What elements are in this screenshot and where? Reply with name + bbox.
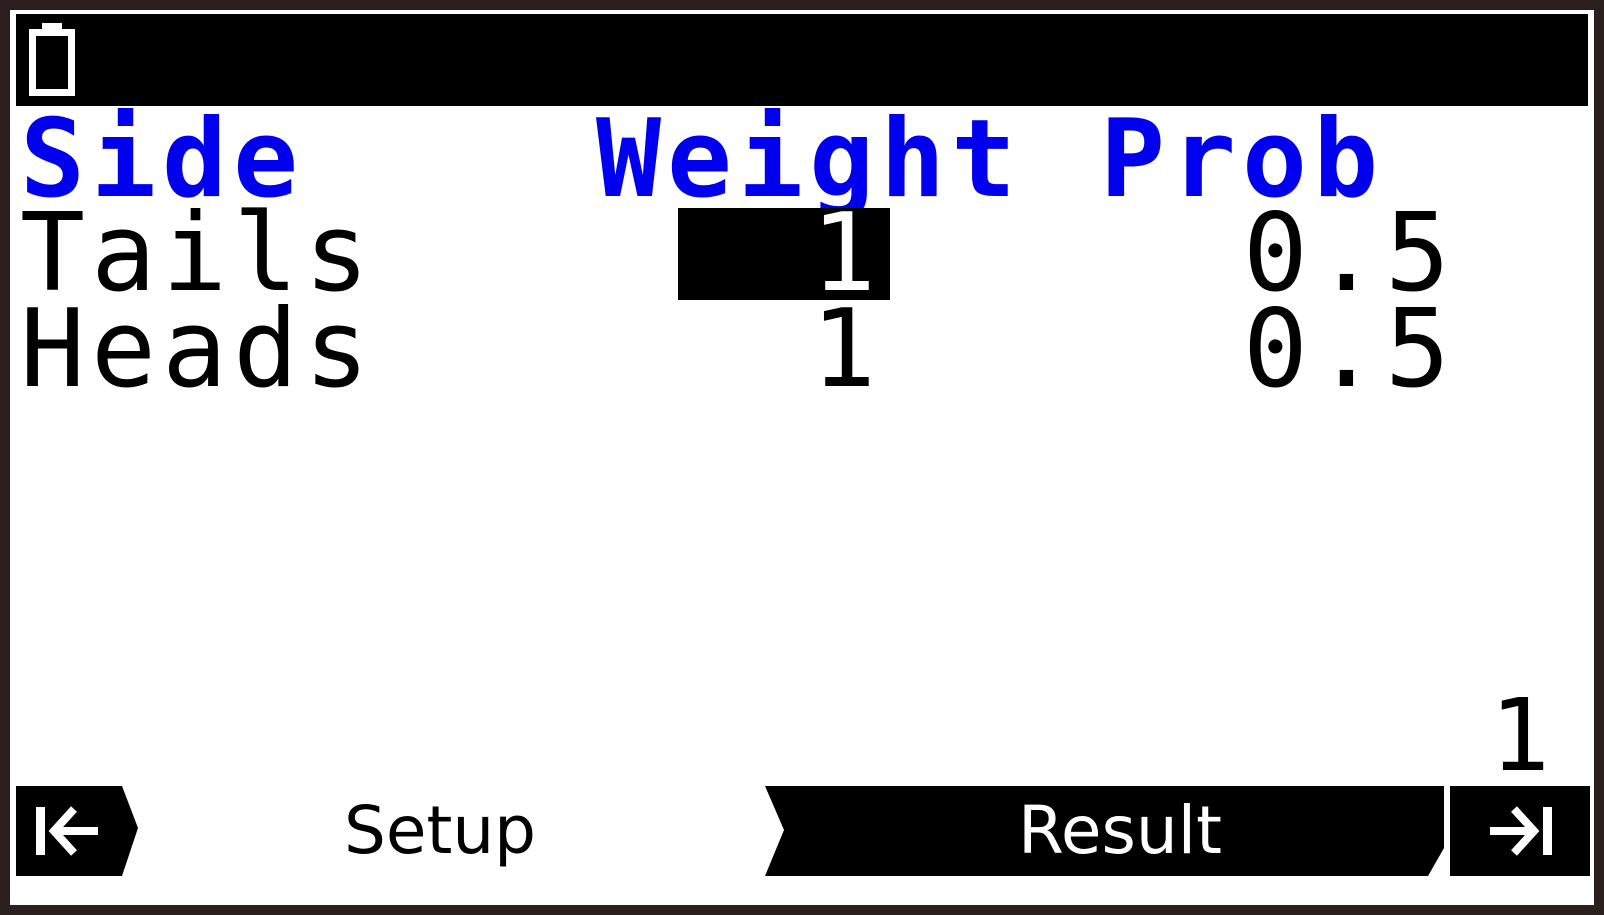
last-softkey[interactable] <box>1450 786 1590 876</box>
softkey-shapes <box>16 786 1590 876</box>
row-side-cell: Heads <box>20 287 376 412</box>
setup-softkey[interactable]: Setup <box>310 786 570 876</box>
softkey-bar: Setup Result <box>10 786 1594 876</box>
row-prob-cell: 0.5 <box>1242 287 1456 412</box>
battery-icon <box>29 23 75 96</box>
page-indicator: 1 <box>1489 677 1550 794</box>
arrow-to-start-icon <box>36 806 98 856</box>
first-softkey[interactable] <box>16 786 138 876</box>
arrow-to-end-icon <box>1490 806 1552 856</box>
status-bar <box>16 14 1588 106</box>
column-header-weight: Weight <box>596 97 1023 222</box>
weight-input-cell[interactable]: 1 <box>678 296 882 404</box>
calculator-screen: Side Weight Prob Tails 1 0.5 Heads 1 0.5… <box>10 10 1594 905</box>
result-softkey[interactable]: Result <box>970 786 1270 876</box>
